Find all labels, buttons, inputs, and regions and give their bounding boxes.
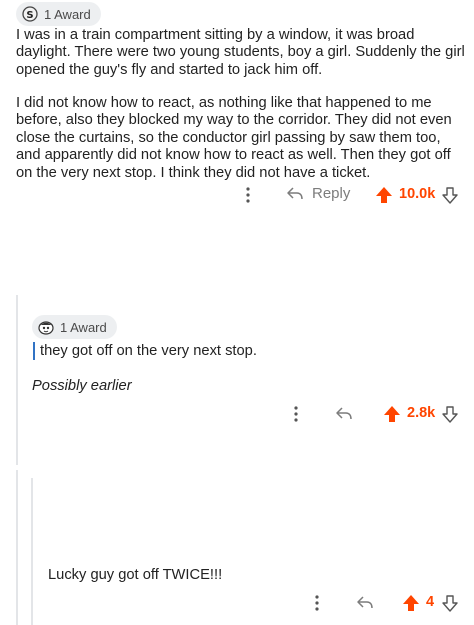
comment-text: Lucky guy got off TWICE!!! — [48, 567, 223, 583]
quoted-text: they got off on the very next stop. — [40, 343, 257, 359]
downvote-button[interactable] — [441, 593, 459, 613]
downvote-button[interactable] — [441, 185, 459, 205]
quote-bar — [33, 342, 35, 360]
vote-score: 4 — [426, 594, 435, 610]
svg-text:S: S — [26, 10, 33, 21]
downvote-arrow-icon — [442, 406, 458, 423]
reply-button[interactable] — [334, 404, 354, 424]
reply-button[interactable] — [355, 593, 375, 613]
more-vertical-icon — [315, 595, 319, 611]
award-face-icon — [38, 321, 54, 335]
reply-arrow-icon — [287, 186, 303, 199]
reply-arrow-icon — [357, 596, 373, 609]
award-badge[interactable]: 1 Award — [32, 315, 117, 339]
reply-arrow-icon — [336, 407, 352, 420]
downvote-arrow-icon — [442, 595, 458, 612]
downvote-button[interactable] — [441, 404, 459, 424]
downvote-arrow-icon — [442, 187, 458, 204]
upvote-button[interactable] — [383, 404, 401, 424]
vote-score: 2.8k — [407, 405, 436, 421]
comment-text: Possibly earlier — [32, 378, 132, 394]
more-options-button[interactable] — [312, 593, 322, 613]
vote-score: 10.0k — [399, 186, 436, 202]
more-options-button[interactable] — [291, 404, 301, 424]
reply-button[interactable]: Reply — [286, 185, 350, 202]
more-options-button[interactable] — [243, 185, 253, 205]
upvote-button[interactable] — [402, 593, 420, 613]
more-vertical-icon — [246, 187, 250, 203]
reply-label: Reply — [312, 185, 351, 202]
award-badge[interactable]: S 1 Award — [16, 2, 101, 26]
upvote-arrow-icon — [403, 595, 419, 611]
comment-paragraph: I did not know how to react, as nothing … — [16, 95, 452, 181]
more-vertical-icon — [294, 406, 298, 422]
comment-paragraph: I was in a train compartment sitting by … — [16, 27, 465, 78]
thread-line — [16, 295, 18, 465]
thread-line — [31, 478, 33, 625]
thread-line — [16, 470, 18, 625]
upvote-button[interactable] — [375, 185, 393, 205]
award-label: 1 Award — [60, 319, 107, 335]
upvote-arrow-icon — [376, 187, 392, 203]
award-label: 1 Award — [44, 6, 91, 22]
upvote-arrow-icon — [384, 406, 400, 422]
award-silver-icon: S — [22, 6, 38, 22]
